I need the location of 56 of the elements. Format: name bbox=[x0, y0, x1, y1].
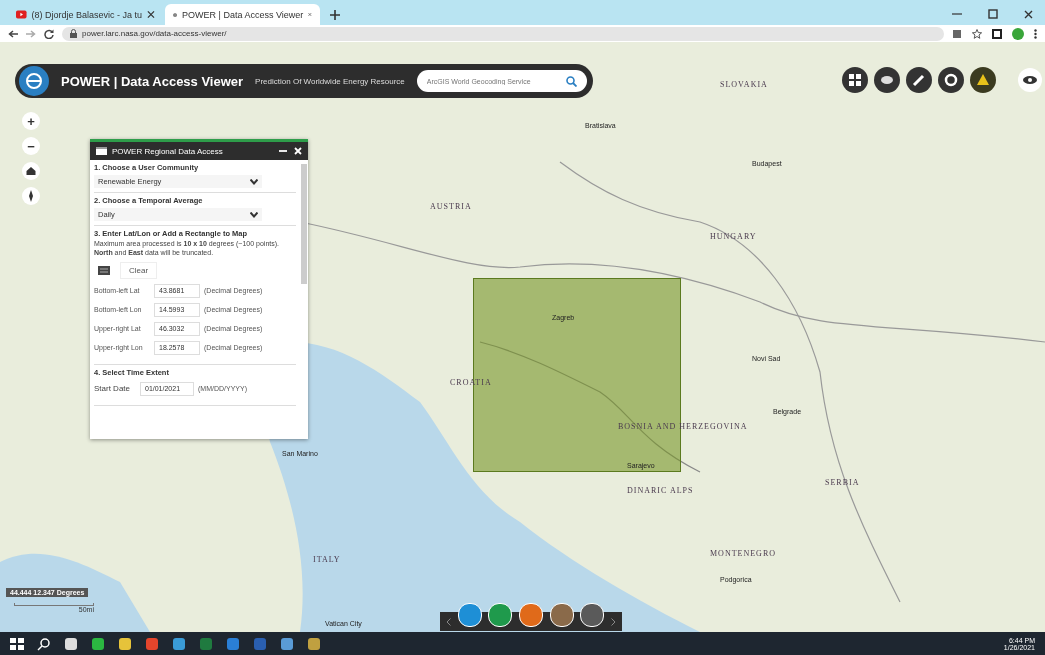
lock-icon bbox=[70, 29, 77, 38]
app-icon[interactable] bbox=[172, 636, 186, 651]
back-arrow-icon[interactable] bbox=[8, 29, 18, 38]
app-subtitle: Prediction Of Worldwide Energy Resource bbox=[255, 76, 405, 86]
country-label: SERBIA bbox=[825, 478, 860, 487]
url-text: power.larc.nasa.gov/data-access-viewer/ bbox=[82, 29, 227, 38]
tab-title: POWER | Data Access Viewer bbox=[182, 9, 304, 20]
keyboard-icon[interactable] bbox=[98, 265, 110, 275]
profile-icon[interactable] bbox=[1012, 27, 1024, 40]
country-label: DINARIC ALPS bbox=[627, 486, 694, 495]
country-label: SLOVAKIA bbox=[720, 80, 768, 89]
target-icon[interactable] bbox=[938, 67, 964, 93]
chevron-down-icon bbox=[250, 178, 258, 185]
app-icon[interactable] bbox=[280, 636, 294, 651]
country-label: MONTENEGRO bbox=[710, 549, 776, 558]
home-icon[interactable] bbox=[22, 162, 40, 180]
panel-title: POWER Regional Data Access bbox=[112, 146, 224, 156]
minimize-icon[interactable] bbox=[279, 147, 287, 155]
chevron-down-icon bbox=[250, 211, 258, 218]
warning-icon[interactable] bbox=[970, 67, 996, 93]
app-title: POWER | Data Access Viewer bbox=[61, 73, 244, 89]
eye-icon[interactable] bbox=[1018, 68, 1042, 92]
maximize-icon[interactable] bbox=[988, 9, 998, 19]
address-bar[interactable]: power.larc.nasa.gov/data-access-viewer/ bbox=[62, 26, 944, 41]
more-dots-icon[interactable] bbox=[1034, 28, 1037, 39]
app-icon[interactable] bbox=[118, 636, 132, 651]
app-icon[interactable] bbox=[91, 636, 105, 651]
windows-start-icon[interactable] bbox=[10, 636, 24, 651]
extension-icon[interactable] bbox=[952, 28, 962, 39]
app-icon[interactable] bbox=[307, 636, 321, 651]
country-label: HUNGARY bbox=[710, 232, 757, 241]
browser-tab[interactable]: POWER | Data Access Viewer bbox=[165, 4, 320, 25]
video-icon bbox=[16, 10, 27, 19]
grid-icon[interactable] bbox=[842, 67, 868, 93]
close-icon[interactable] bbox=[147, 10, 155, 19]
close-icon[interactable] bbox=[1024, 10, 1033, 19]
pencil-icon[interactable] bbox=[906, 67, 932, 93]
layers-icon[interactable] bbox=[874, 67, 900, 93]
app-icon[interactable] bbox=[64, 636, 78, 651]
browser-tab[interactable]: (8) Djordje Balasevic - Ja tu bbox=[8, 4, 163, 25]
scrollbar[interactable] bbox=[301, 164, 307, 284]
chevron-left-icon[interactable] bbox=[446, 617, 451, 626]
window-icon bbox=[96, 147, 107, 155]
square-icon[interactable] bbox=[992, 28, 1002, 39]
country-label: AUSTRIA bbox=[430, 202, 472, 211]
compass-icon[interactable] bbox=[22, 187, 40, 205]
chevron-right-icon[interactable] bbox=[610, 617, 616, 626]
star-icon[interactable] bbox=[972, 28, 982, 39]
field-label: Start Date bbox=[94, 384, 131, 393]
plus-icon[interactable] bbox=[330, 10, 340, 20]
globe-logo-icon[interactable] bbox=[19, 66, 49, 96]
reload-icon[interactable] bbox=[44, 28, 54, 39]
country-label: ITALY bbox=[313, 555, 341, 564]
clear-button[interactable]: Clear bbox=[120, 261, 158, 279]
search-icon[interactable] bbox=[37, 636, 51, 651]
tab-title: (8) Djordje Balasevic - Ja tu bbox=[31, 9, 143, 20]
